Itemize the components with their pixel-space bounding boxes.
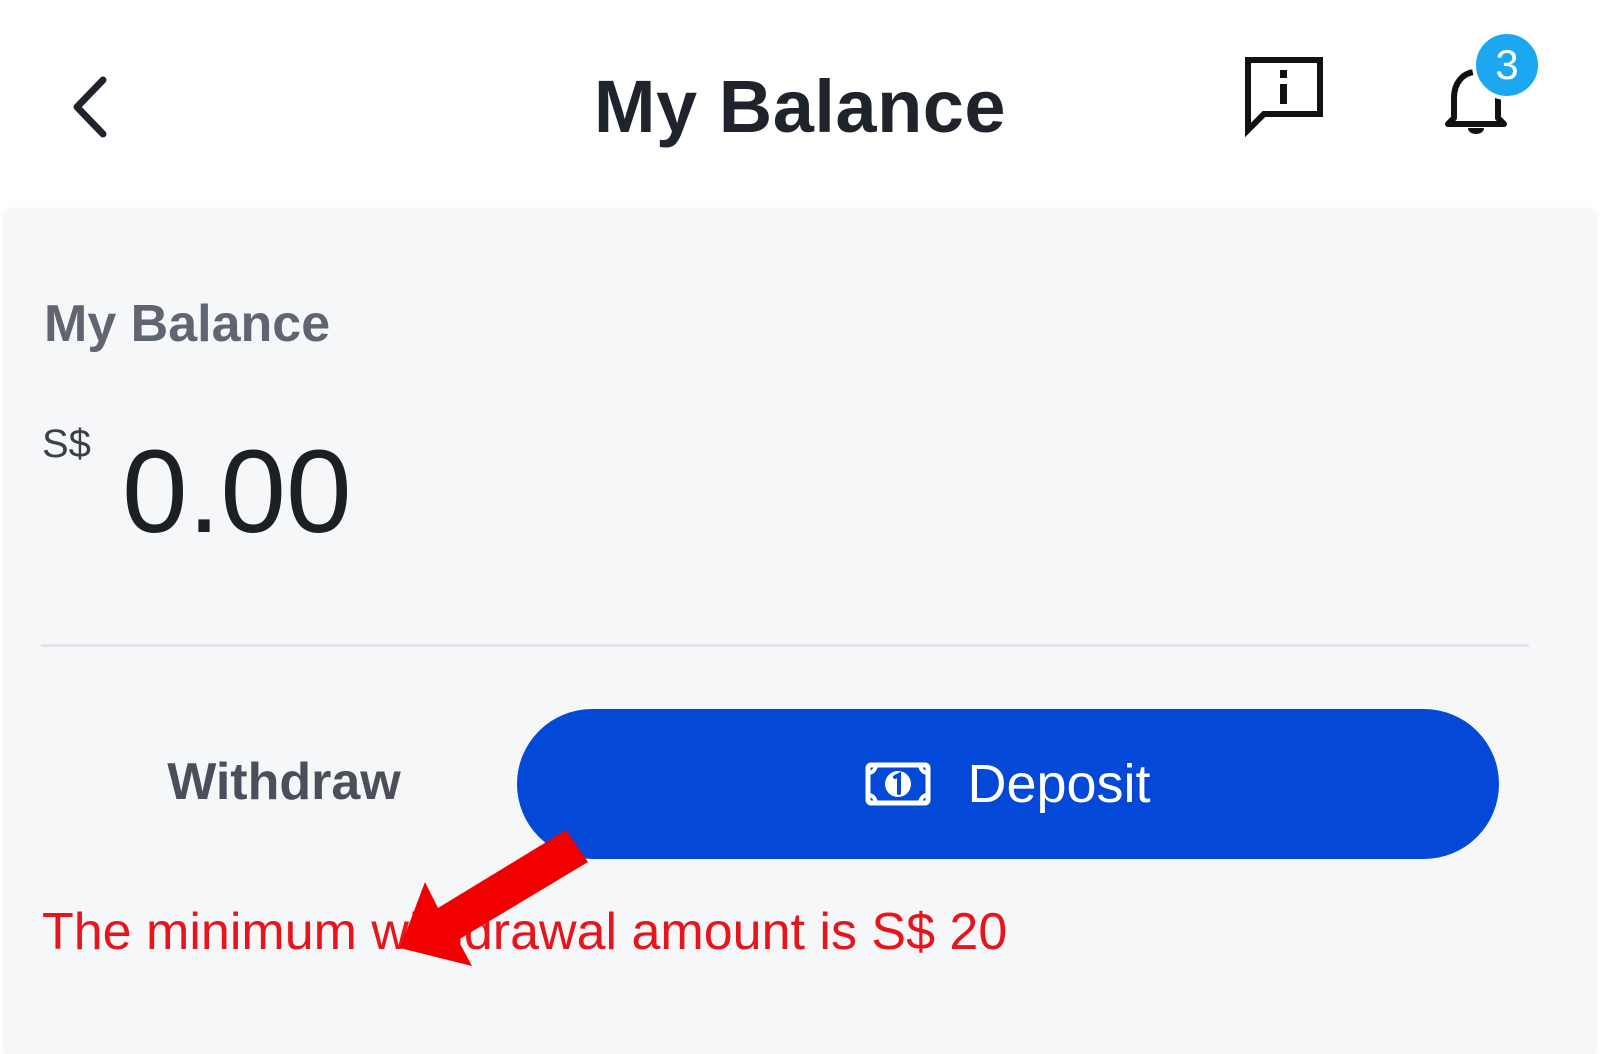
my-balance-screen: My Balance 3 My Balance S$ 0.00 Withdraw: [0, 0, 1600, 1054]
notification-count-badge: 3: [1472, 30, 1542, 100]
deposit-button[interactable]: Deposit: [517, 709, 1499, 859]
balance-label: My Balance: [44, 295, 331, 353]
deposit-button-label: Deposit: [967, 754, 1151, 814]
divider: [41, 644, 1529, 647]
page-title: My Balance: [593, 65, 1007, 148]
balance-card: My Balance S$ 0.00 Withdraw Deposit The …: [4, 212, 1596, 1054]
balance-amount: 0.00: [122, 426, 352, 558]
app-header: My Balance 3: [0, 0, 1600, 212]
currency-symbol: S$: [42, 422, 91, 466]
minimum-withdrawal-message: The minimum withdrawal amount is S$ 20: [42, 903, 1008, 961]
banknote-icon: [865, 762, 931, 806]
withdraw-button[interactable]: Withdraw: [104, 732, 464, 832]
feedback-message-icon: [1245, 57, 1323, 138]
feedback-button[interactable]: [1240, 52, 1330, 142]
